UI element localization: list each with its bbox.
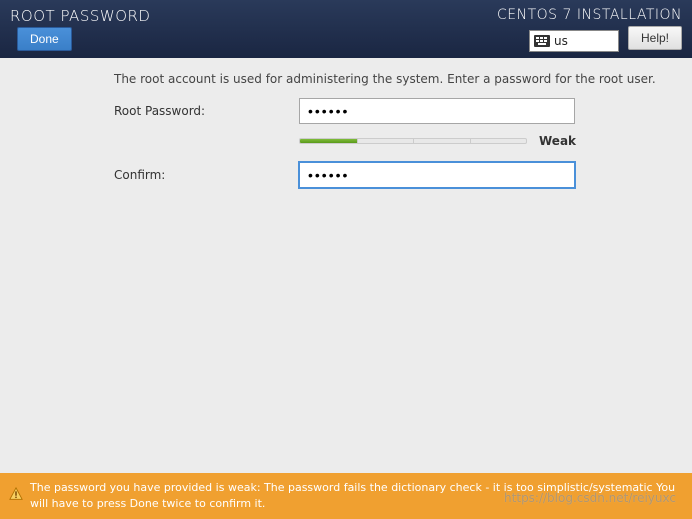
password-strength-fill <box>300 139 357 143</box>
content-area: The root account is used for administeri… <box>0 58 692 188</box>
keyboard-layout-selector[interactable]: us <box>529 30 619 52</box>
done-button[interactable]: Done <box>17 27 72 51</box>
password-strength-meter <box>299 138 527 144</box>
warning-text: The password you have provided is weak: … <box>30 480 680 512</box>
confirm-password-label: Confirm: <box>114 168 299 182</box>
confirm-password-input[interactable] <box>299 162 575 188</box>
warning-bar: The password you have provided is weak: … <box>0 473 692 519</box>
installer-title: CENTOS 7 INSTALLATION <box>497 7 682 23</box>
help-button[interactable]: Help! <box>628 26 682 50</box>
root-password-input[interactable] <box>299 98 575 124</box>
root-password-label: Root Password: <box>114 104 299 118</box>
root-password-row: Root Password: <box>114 98 692 124</box>
header-bar: ROOT PASSWORD CENTOS 7 INSTALLATION Done… <box>0 0 692 58</box>
page-title: ROOT PASSWORD <box>10 7 150 25</box>
password-strength-row: Weak <box>299 134 692 148</box>
keyboard-layout-label: us <box>554 34 568 48</box>
keyboard-icon <box>534 35 550 47</box>
password-strength-label: Weak <box>539 134 576 148</box>
warning-triangle-icon <box>9 487 23 501</box>
instruction-text: The root account is used for administeri… <box>114 72 692 86</box>
confirm-password-row: Confirm: <box>114 162 692 188</box>
